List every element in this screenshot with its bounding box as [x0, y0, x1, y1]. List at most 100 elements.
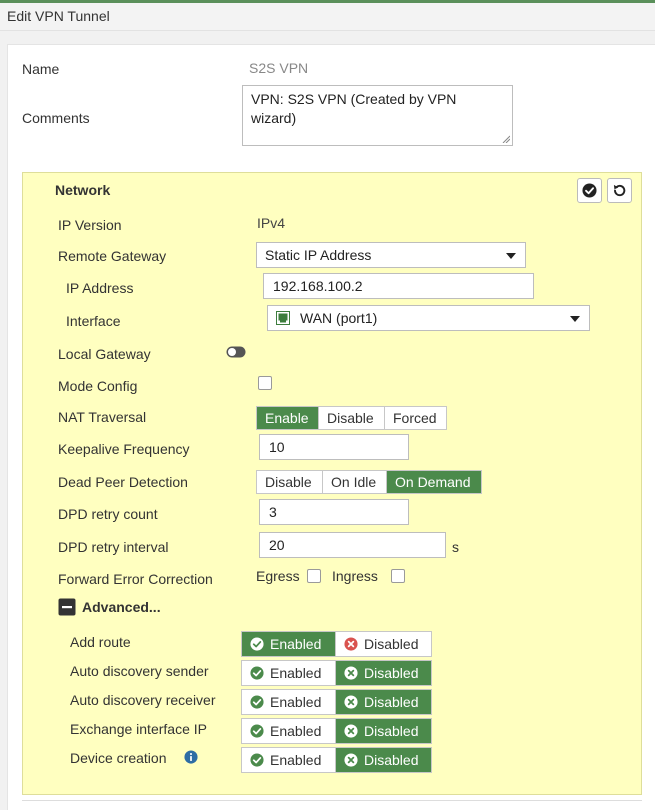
enabled-option[interactable]: Enabled — [242, 632, 335, 656]
nat-forced-option[interactable]: Forced — [385, 407, 446, 429]
name-value: S2S VPN — [249, 60, 309, 76]
fec-label: Forward Error Correction — [58, 571, 213, 587]
enabled-option[interactable]: Enabled — [242, 661, 335, 685]
enabled-option-label: Enabled — [270, 665, 322, 681]
disabled-option-label: Disabled — [364, 694, 419, 710]
disabled-option[interactable]: Disabled — [335, 748, 431, 772]
fec-ingress-checkbox[interactable] — [391, 569, 405, 583]
network-port-icon — [276, 311, 290, 325]
nat-disable-option[interactable]: Disable — [319, 407, 385, 429]
network-section-title: Network — [55, 182, 111, 198]
keepalive-input[interactable]: 10 — [259, 434, 409, 460]
dpd-label: Dead Peer Detection — [58, 474, 188, 490]
fec-egress-checkbox[interactable] — [307, 569, 321, 583]
interface-select[interactable]: WAN (port1) — [267, 305, 590, 331]
collapse-minus-icon — [58, 598, 76, 616]
ip-address-text: 192.168.100.2 — [273, 278, 363, 294]
advanced-label: Advanced... — [82, 599, 161, 615]
keepalive-text: 10 — [269, 439, 285, 455]
enabled-disabled-toggle: Enabled Disabled — [241, 747, 432, 773]
remote-gateway-select[interactable]: Static IP Address — [256, 242, 526, 268]
revert-button[interactable] — [607, 178, 632, 203]
close-circle-icon — [344, 724, 358, 738]
interface-label: Interface — [66, 313, 121, 329]
dpd-on-demand-option[interactable]: On Demand — [387, 471, 481, 493]
dpd-retry-count-text: 3 — [269, 504, 277, 520]
disabled-option[interactable]: Disabled — [335, 690, 431, 714]
disabled-option-label: Disabled — [364, 752, 419, 768]
advanced-row-label: Add route — [70, 634, 131, 650]
mode-config-checkbox[interactable] — [258, 376, 272, 390]
local-gateway-label: Local Gateway — [58, 346, 151, 362]
nat-traversal-group: Enable Disable Forced — [256, 406, 447, 430]
check-circle-icon — [250, 637, 264, 651]
check-circle-icon — [250, 666, 264, 680]
dpd-retry-count-label: DPD retry count — [58, 506, 158, 522]
page-title: Edit VPN Tunnel — [7, 8, 110, 24]
dpd-group: Disable On Idle On Demand — [256, 470, 482, 494]
mode-config-label: Mode Config — [58, 378, 138, 394]
check-circle-icon — [250, 695, 264, 709]
advanced-row-label: Exchange interface IP — [70, 721, 207, 737]
enabled-option-label: Enabled — [270, 752, 322, 768]
nat-traversal-label: NAT Traversal — [58, 409, 147, 425]
disabled-option[interactable]: Disabled — [335, 661, 431, 685]
interface-selected: WAN (port1) — [300, 310, 378, 326]
check-circle-icon — [250, 753, 264, 767]
advanced-row-label: Auto discovery receiver — [70, 692, 216, 708]
resize-grip-icon[interactable] — [502, 135, 510, 143]
enabled-disabled-toggle: Enabled Disabled — [241, 689, 432, 715]
ip-version-label: IP Version — [58, 217, 122, 233]
remote-gateway-selected: Static IP Address — [265, 247, 372, 263]
dpd-retry-interval-unit: s — [452, 539, 459, 555]
enabled-option-label: Enabled — [270, 636, 322, 652]
close-circle-icon — [344, 666, 358, 680]
undo-icon — [613, 184, 626, 197]
advanced-row-label: Device creation — [70, 750, 167, 766]
enabled-disabled-toggle: Enabled Disabled — [241, 631, 432, 657]
dpd-retry-interval-label: DPD retry interval — [58, 539, 169, 555]
ip-version-value: IPv4 — [257, 215, 286, 231]
disabled-option[interactable]: Disabled — [335, 632, 431, 656]
name-label: Name — [22, 61, 60, 77]
comments-text: VPN: S2S VPN (Created by VPN wizard) — [251, 91, 457, 126]
ip-address-input[interactable]: 192.168.100.2 — [263, 273, 534, 299]
enabled-disabled-toggle: Enabled Disabled — [241, 660, 432, 686]
close-circle-icon — [344, 637, 358, 651]
apply-button[interactable] — [577, 178, 602, 203]
fec-ingress-label: Ingress — [332, 568, 378, 584]
dpd-disable-option[interactable]: Disable — [257, 471, 323, 493]
dpd-on-idle-option[interactable]: On Idle — [323, 471, 387, 493]
comments-textarea[interactable]: VPN: S2S VPN (Created by VPN wizard) — [242, 85, 513, 146]
ip-address-label: IP Address — [66, 280, 134, 296]
nat-enable-option[interactable]: Enable — [257, 407, 319, 429]
advanced-row-label: Auto discovery sender — [70, 663, 209, 679]
dpd-retry-interval-input[interactable]: 20 — [259, 532, 446, 558]
enabled-option[interactable]: Enabled — [242, 748, 335, 772]
advanced-toggle[interactable]: Advanced... — [58, 598, 161, 616]
enabled-option-label: Enabled — [270, 723, 322, 739]
enabled-option-label: Enabled — [270, 694, 322, 710]
disabled-option-label: Disabled — [364, 636, 419, 652]
enabled-option[interactable]: Enabled — [242, 690, 335, 714]
check-circle-icon — [582, 183, 597, 198]
check-circle-icon — [250, 724, 264, 738]
disabled-option-label: Disabled — [364, 723, 419, 739]
enabled-disabled-toggle: Enabled Disabled — [241, 718, 432, 744]
disabled-option[interactable]: Disabled — [335, 719, 431, 743]
keepalive-label: Keepalive Frequency — [58, 441, 190, 457]
enabled-option[interactable]: Enabled — [242, 719, 335, 743]
next-section-edge — [22, 800, 642, 810]
remote-gateway-label: Remote Gateway — [58, 248, 167, 264]
info-icon[interactable] — [184, 750, 198, 767]
fec-egress-label: Egress — [256, 568, 300, 584]
local-gateway-toggle[interactable] — [226, 346, 246, 358]
close-circle-icon — [344, 695, 358, 709]
comments-label: Comments — [22, 110, 90, 126]
chevron-down-icon — [506, 253, 516, 259]
close-circle-icon — [344, 753, 358, 767]
disabled-option-label: Disabled — [364, 665, 419, 681]
dpd-retry-count-input[interactable]: 3 — [259, 499, 409, 525]
chevron-down-icon — [570, 316, 580, 322]
dpd-retry-interval-text: 20 — [269, 537, 285, 553]
